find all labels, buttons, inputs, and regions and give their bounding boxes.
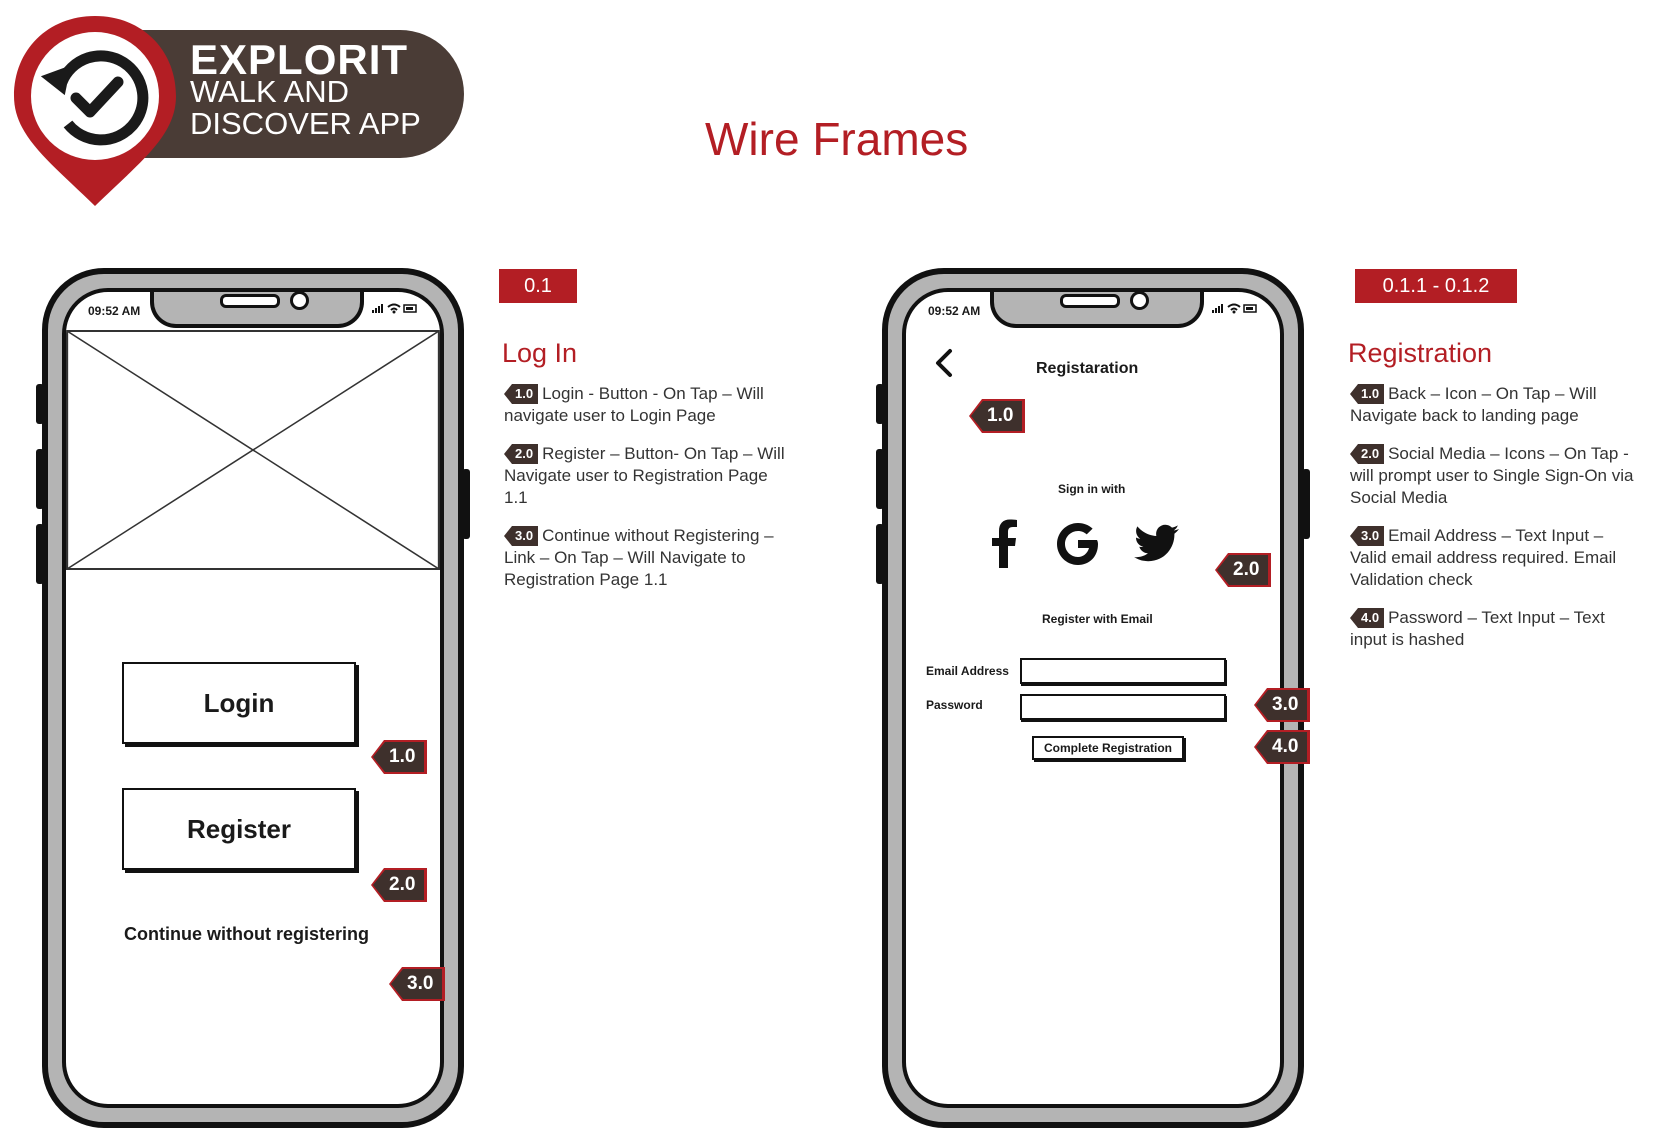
note-item: 1.0 Back – Icon – On Tap – Will Navigate … — [1350, 383, 1640, 427]
status-icons — [1210, 302, 1260, 317]
email-label: Email Address — [926, 664, 1009, 678]
phone-side-button — [1302, 469, 1310, 539]
note-tag: 3.0 — [504, 526, 539, 546]
note-item: 4.0 Password – Text Input – Text input is… — [1350, 607, 1640, 651]
note-item: 2.0 Social Media – Icons – On Tap - will … — [1350, 443, 1640, 509]
twitter-icon[interactable] — [1134, 524, 1180, 564]
section-title: Log In — [502, 338, 578, 368]
note-text: Email Address – Text Input – Valid email… — [1350, 526, 1617, 589]
phone-side-button — [876, 449, 884, 509]
phone-side-button — [876, 384, 884, 424]
note-text: Back – Icon – On Tap – Will Navigate bac… — [1350, 384, 1597, 425]
status-time: 09:52 AM — [928, 304, 981, 318]
registration-screen: 09:52 AM Registaration Sign in with Regi… — [902, 288, 1284, 1108]
status-time: 09:52 AM — [88, 304, 141, 318]
section-title: Registration — [1348, 338, 1493, 368]
camera-icon — [290, 292, 309, 310]
note-text: Register – Button- On Tap – Will Navigat… — [504, 444, 785, 507]
note-text: Login - Button - On Tap – Will navigate … — [504, 384, 764, 425]
phone-side-button — [36, 449, 44, 509]
registration-title: Registaration — [1036, 360, 1139, 377]
password-field[interactable] — [1020, 694, 1226, 720]
facebook-icon[interactable] — [990, 518, 1018, 568]
note-tag: 4.0 — [1350, 608, 1385, 628]
note-item: 3.0 Continue without Registering – Link –… — [504, 525, 794, 591]
note-item: 3.0 Email Address – Text Input – Valid em… — [1350, 525, 1640, 591]
logo-subtitle-1: WALK AND — [190, 74, 350, 109]
logo-subtitle-2: DISCOVER APP — [190, 106, 421, 141]
password-label: Password — [926, 698, 983, 712]
note-tag: 1.0 — [1350, 384, 1385, 404]
note-text: Password – Text Input – Text input is ha… — [1350, 608, 1605, 649]
phone-notch — [990, 292, 1204, 328]
note-tag: 2.0 — [504, 444, 539, 464]
page-title: Wire Frames — [705, 113, 969, 165]
signal-wifi-battery-icon — [372, 303, 417, 314]
chevron-left-icon[interactable] — [934, 348, 954, 378]
phone-notch — [150, 292, 364, 328]
note-tag: 3.0 — [1350, 526, 1385, 546]
note-text: Continue without Registering – Link – On… — [504, 526, 774, 589]
app-logo: EXPLORIT WALK AND DISCOVER APP — [10, 12, 464, 212]
complete-registration-button[interactable]: Complete Registration — [1032, 736, 1184, 760]
phone-side-button — [462, 469, 470, 539]
phone-side-button — [876, 524, 884, 584]
phone-side-button — [36, 384, 44, 424]
register-button[interactable]: Register — [122, 788, 356, 870]
signal-wifi-battery-icon — [1212, 303, 1257, 314]
section-badge: 0.1 — [499, 269, 577, 303]
email-field[interactable] — [1020, 658, 1226, 684]
camera-icon — [1130, 292, 1149, 310]
sign-in-with-label: Sign in with — [1058, 482, 1126, 496]
google-icon[interactable] — [1054, 520, 1102, 568]
note-item: 1.0 Login - Button - On Tap – Will naviga… — [504, 383, 794, 427]
note-tag: 2.0 — [1350, 444, 1385, 464]
speaker-icon — [220, 294, 280, 308]
note-item: 2.0 Register – Button- On Tap – Will Navi… — [504, 443, 794, 509]
phone-side-button — [36, 524, 44, 584]
register-with-email-label: Register with Email — [1042, 612, 1153, 626]
section-badge: 0.1.1 - 0.1.2 — [1355, 269, 1517, 303]
speaker-icon — [1060, 294, 1120, 308]
registration-phone-mockup: 09:52 AM Registaration Sign in with Regi… — [876, 268, 1310, 1128]
continue-without-registering-link[interactable]: Continue without registering — [124, 924, 369, 945]
status-icons — [370, 302, 420, 317]
login-screen: 09:52 AM Login Register Continue without… — [62, 288, 444, 1108]
note-text: Social Media – Icons – On Tap - will pro… — [1350, 444, 1634, 507]
image-placeholder — [66, 330, 440, 570]
note-tag: 1.0 — [504, 384, 539, 404]
logo-pin-icon — [14, 16, 176, 206]
login-button[interactable]: Login — [122, 662, 356, 744]
